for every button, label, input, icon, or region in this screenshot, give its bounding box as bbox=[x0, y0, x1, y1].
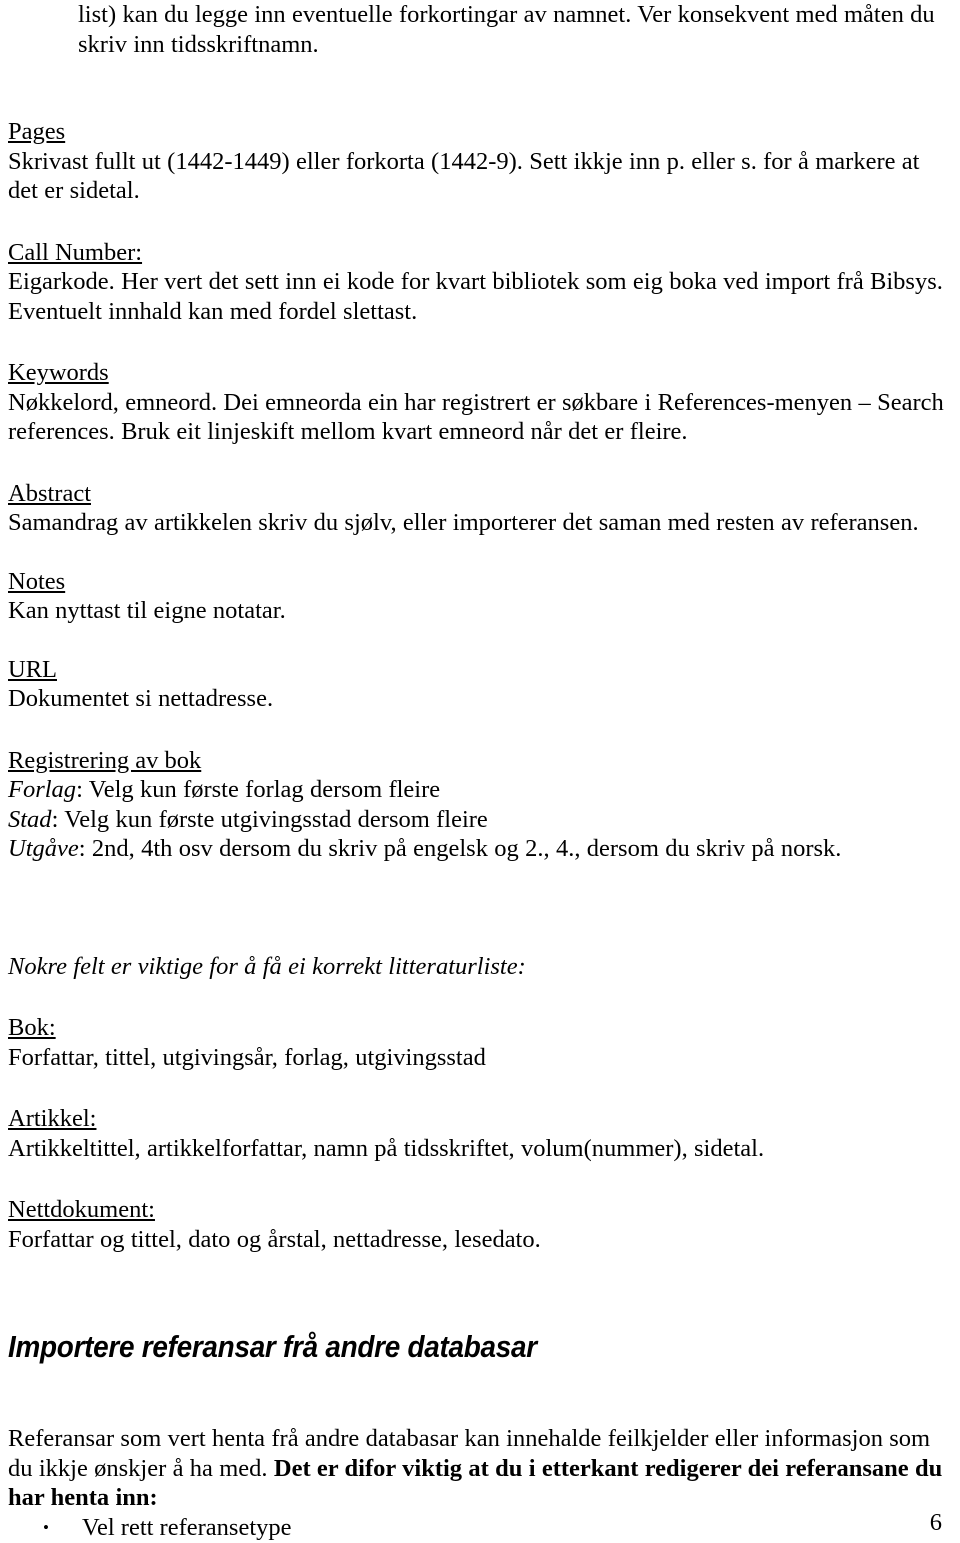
reference-type-body-nettdokument: Forfattar og tittel, dato og årstal, net… bbox=[8, 1225, 541, 1253]
reference-type-heading-nettdokument: Nettdokument: bbox=[8, 1196, 155, 1223]
document-page: list) kan du legge inn eventuelle forkor… bbox=[0, 0, 960, 1543]
import-section-paragraph: Referansar som vert henta frå andre data… bbox=[8, 1424, 948, 1513]
registration-field-forlag: Forlag: Velg kun første forlag dersom fl… bbox=[8, 775, 948, 805]
section-url: URL Dokumentet si nettadresse. bbox=[8, 655, 948, 714]
registration-field-label: Forlag bbox=[8, 776, 77, 803]
reference-type-artikkel: Artikkel: Artikkeltittel, artikkelforfat… bbox=[8, 1104, 948, 1163]
reference-type-heading-bok: Bok: bbox=[8, 1014, 56, 1041]
registration-field-separator: : bbox=[76, 776, 89, 803]
section-heading-keywords: Keywords bbox=[8, 359, 109, 386]
reference-type-heading-artikkel: Artikkel: bbox=[8, 1105, 97, 1132]
section-heading-url: URL bbox=[8, 655, 57, 683]
page-number: 6 bbox=[929, 1509, 942, 1536]
section-body-notes: Kan nyttast til eigne notatar. bbox=[8, 597, 286, 624]
import-checklist: •Vel rett referansetype •Sjekk at alle o… bbox=[8, 1513, 948, 1543]
section-body-call-number: Eigarkode. Her vert det sett inn ei kode… bbox=[8, 268, 943, 325]
section-heading-registration: Registrering av bok bbox=[8, 746, 202, 774]
reference-type-body-bok: Forfattar, tittel, utgivingsår, forlag, … bbox=[8, 1043, 486, 1071]
bullet-icon: • bbox=[43, 1517, 49, 1537]
registration-field-separator: : bbox=[51, 805, 65, 833]
continued-paragraph: list) kan du legge inn eventuelle forkor… bbox=[78, 1, 935, 58]
section-heading-notes: Notes bbox=[8, 567, 66, 595]
registration-field-value: Velg kun første utgivingsstad dersom fle… bbox=[64, 805, 488, 833]
section-body-pages: Skrivast fullt ut (1442-1449) eller fork… bbox=[8, 147, 920, 205]
section-heading-pages: Pages bbox=[8, 118, 66, 145]
section-heading-abstract: Abstract bbox=[8, 479, 91, 507]
list-item-label: Vel rett referansetype bbox=[82, 1513, 292, 1541]
registration-field-label: Utgåve bbox=[8, 835, 79, 862]
reference-type-body-artikkel: Artikkeltittel, artikkelforfattar, namn … bbox=[8, 1134, 765, 1162]
section-body-keywords: Nøkkelord, emneord. Dei emneorda ein har… bbox=[8, 388, 944, 446]
list-item: • Vel rett referansetype bbox=[8, 1513, 948, 1543]
section-body-abstract: Samandrag av artikkelen skriv du sjølv, … bbox=[8, 509, 919, 536]
registration-field-value: 2nd, 4th osv dersom du skriv på engelsk … bbox=[91, 835, 842, 862]
registration-field-utgave: Utgåve: 2nd, 4th osv dersom du skriv på … bbox=[8, 834, 948, 864]
section-body-url: Dokumentet si nettadresse. bbox=[8, 685, 274, 712]
important-fields-intro: Nokre felt er viktige for å få ei korrek… bbox=[8, 952, 526, 980]
section-registration: Registrering av bok Forlag: Velg kun før… bbox=[8, 746, 948, 864]
registration-field-stad: Stad: Velg kun første utgivingsstad ders… bbox=[8, 805, 948, 835]
section-heading-call-number: Call Number: bbox=[8, 238, 143, 266]
section-notes: Notes Kan nyttast til eigne notatar. bbox=[8, 567, 948, 626]
registration-field-value: Velg kun første forlag dersom fleire bbox=[88, 776, 441, 803]
section-pages: Pages Skrivast fullt ut (1442-1449) elle… bbox=[8, 117, 948, 206]
reference-type-nettdokument: Nettdokument: Forfattar og tittel, dato … bbox=[8, 1195, 948, 1254]
registration-field-label: Stad bbox=[8, 805, 52, 833]
registration-field-separator: : bbox=[78, 835, 92, 862]
reference-type-bok: Bok: Forfattar, tittel, utgivingsår, for… bbox=[8, 1013, 948, 1072]
section-abstract: Abstract Samandrag av artikkelen skriv d… bbox=[8, 479, 948, 538]
section-call-number: Call Number: Eigarkode. Her vert det set… bbox=[8, 238, 948, 327]
page-content: list) kan du legge inn eventuelle forkor… bbox=[8, 0, 948, 1543]
import-section-title: Importere referansar frå andre databasar bbox=[8, 1329, 537, 1364]
section-keywords: Keywords Nøkkelord, emneord. Dei emneord… bbox=[8, 358, 948, 447]
